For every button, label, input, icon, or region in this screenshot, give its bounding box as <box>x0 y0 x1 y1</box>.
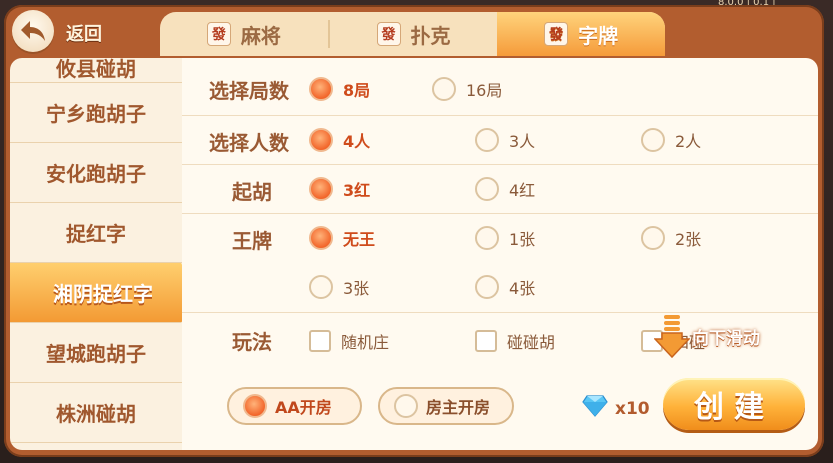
game-category-tabs: 發 麻将 發 扑克 發 字牌 <box>160 12 665 56</box>
radio-icon <box>475 275 499 299</box>
rounds-label: 选择局数 <box>209 79 289 103</box>
tab-label: 扑克 <box>410 23 451 48</box>
radio-icon <box>641 128 665 152</box>
qihu-label: 起胡 <box>232 180 272 204</box>
back-arrow-icon <box>21 21 45 41</box>
option-label: 16局 <box>466 81 503 100</box>
rounds-option-8[interactable]: 8局 <box>309 77 370 101</box>
players-option-3[interactable]: 3人 <box>475 128 535 152</box>
tab-zipai[interactable]: 發 字牌 <box>497 12 665 56</box>
sidebar-item-anhua[interactable]: 安化跑胡子 <box>10 143 182 203</box>
option-label: 4人 <box>343 132 371 151</box>
option-label: 房主开房 <box>426 398 491 417</box>
radio-icon <box>475 226 499 250</box>
wangpai-option-3[interactable]: 3张 <box>309 275 369 299</box>
game-list-sidebar[interactable]: 攸县碰胡 宁乡跑胡子 安化跑胡子 捉红字 湘阴捉红字 望城跑胡子 株洲碰胡 <box>10 58 182 450</box>
qihu-option-3[interactable]: 3红 <box>309 177 370 201</box>
radio-icon <box>309 275 333 299</box>
owner-room-option[interactable]: 房主开房 <box>378 387 514 425</box>
sidebar-item-ningxiang[interactable]: 宁乡跑胡子 <box>10 83 182 143</box>
diamond-cost: x10 <box>615 399 650 419</box>
back-label[interactable]: 返回 <box>66 20 102 46</box>
tab-label: 麻将 <box>240 23 281 48</box>
rule-options-panel: 选择局数 8局 16局 选择人数 4人 3人 2人 起胡 3红 4红 王牌 无王… <box>182 58 818 450</box>
tab-label: 字牌 <box>578 23 619 48</box>
wangpai-option-1[interactable]: 1张 <box>475 226 535 250</box>
option-label: 3人 <box>509 132 536 151</box>
option-label: 8局 <box>343 81 371 100</box>
option-label: 无王 <box>343 230 376 249</box>
rounds-row: 选择局数 8局 16局 <box>182 58 818 116</box>
sidebar-item-wangcheng[interactable]: 望城跑胡子 <box>10 323 182 383</box>
mahjong-tile-icon: 發 <box>376 22 401 46</box>
players-option-2[interactable]: 2人 <box>641 128 701 152</box>
sidebar-item-zhuzhou[interactable]: 株洲碰胡 <box>10 383 182 443</box>
create-button-label: 创建 <box>694 390 774 425</box>
create-button[interactable]: 创建 <box>663 378 805 430</box>
wangpai-option-none[interactable]: 无王 <box>309 226 375 250</box>
diamond-icon <box>582 395 608 417</box>
radio-selected-icon <box>309 226 333 250</box>
option-label: 随机庄 <box>341 333 390 352</box>
option-label: 2张 <box>675 230 702 249</box>
wangpai-row: 王牌 无王 1张 2张 3张 4张 <box>182 213 818 313</box>
play-option-pengpenghu[interactable]: 碰碰胡 <box>475 329 555 353</box>
checkbox-icon <box>475 330 497 352</box>
mahjong-tile-icon: 發 <box>206 22 231 46</box>
radio-selected-icon <box>243 394 267 418</box>
option-label: 2人 <box>675 132 702 151</box>
option-label: 3张 <box>343 279 370 298</box>
scroll-hint-text: 向下滑动 <box>692 328 760 349</box>
sidebar-item-youxian[interactable]: 攸县碰胡 <box>10 58 182 83</box>
wangpai-label: 王牌 <box>232 229 272 253</box>
radio-icon <box>475 177 499 201</box>
qihu-row: 起胡 3红 4红 <box>182 164 818 214</box>
option-label: 1张 <box>509 230 536 249</box>
radio-icon <box>641 226 665 250</box>
aa-room-option[interactable]: AA开房 <box>227 387 362 425</box>
tab-poker[interactable]: 發 扑克 <box>330 12 498 56</box>
radio-icon <box>432 77 456 101</box>
qihu-option-4[interactable]: 4红 <box>475 177 535 201</box>
radio-selected-icon <box>309 128 333 152</box>
rounds-option-16[interactable]: 16局 <box>432 77 502 101</box>
wangpai-option-4[interactable]: 4张 <box>475 275 535 299</box>
sidebar-item-xiangyin[interactable]: 湘阴捉红字 <box>10 263 182 323</box>
radio-icon <box>475 128 499 152</box>
radio-selected-icon <box>309 77 333 101</box>
sidebar-item-zhuohongzi[interactable]: 捉红字 <box>10 203 182 263</box>
back-button[interactable] <box>12 10 54 52</box>
mahjong-tile-icon: 發 <box>544 22 569 46</box>
checkbox-icon <box>309 330 331 352</box>
wangpai-option-2[interactable]: 2张 <box>641 226 701 250</box>
players-option-4[interactable]: 4人 <box>309 128 370 152</box>
radio-icon <box>394 394 418 418</box>
option-label: AA开房 <box>275 398 332 417</box>
tab-mahjong[interactable]: 發 麻将 <box>160 12 328 56</box>
players-label: 选择人数 <box>209 131 289 155</box>
radio-selected-icon <box>309 177 333 201</box>
play-label: 玩法 <box>232 330 272 354</box>
play-option-random-dealer[interactable]: 随机庄 <box>309 329 389 353</box>
option-label: 3红 <box>343 181 371 200</box>
option-label: 4红 <box>509 181 536 200</box>
arrow-down-icon <box>654 315 690 359</box>
option-label: 4张 <box>509 279 536 298</box>
scroll-down-hint: 向下滑动 <box>654 313 760 359</box>
players-row: 选择人数 4人 3人 2人 <box>182 115 818 165</box>
option-label: 碰碰胡 <box>507 333 556 352</box>
